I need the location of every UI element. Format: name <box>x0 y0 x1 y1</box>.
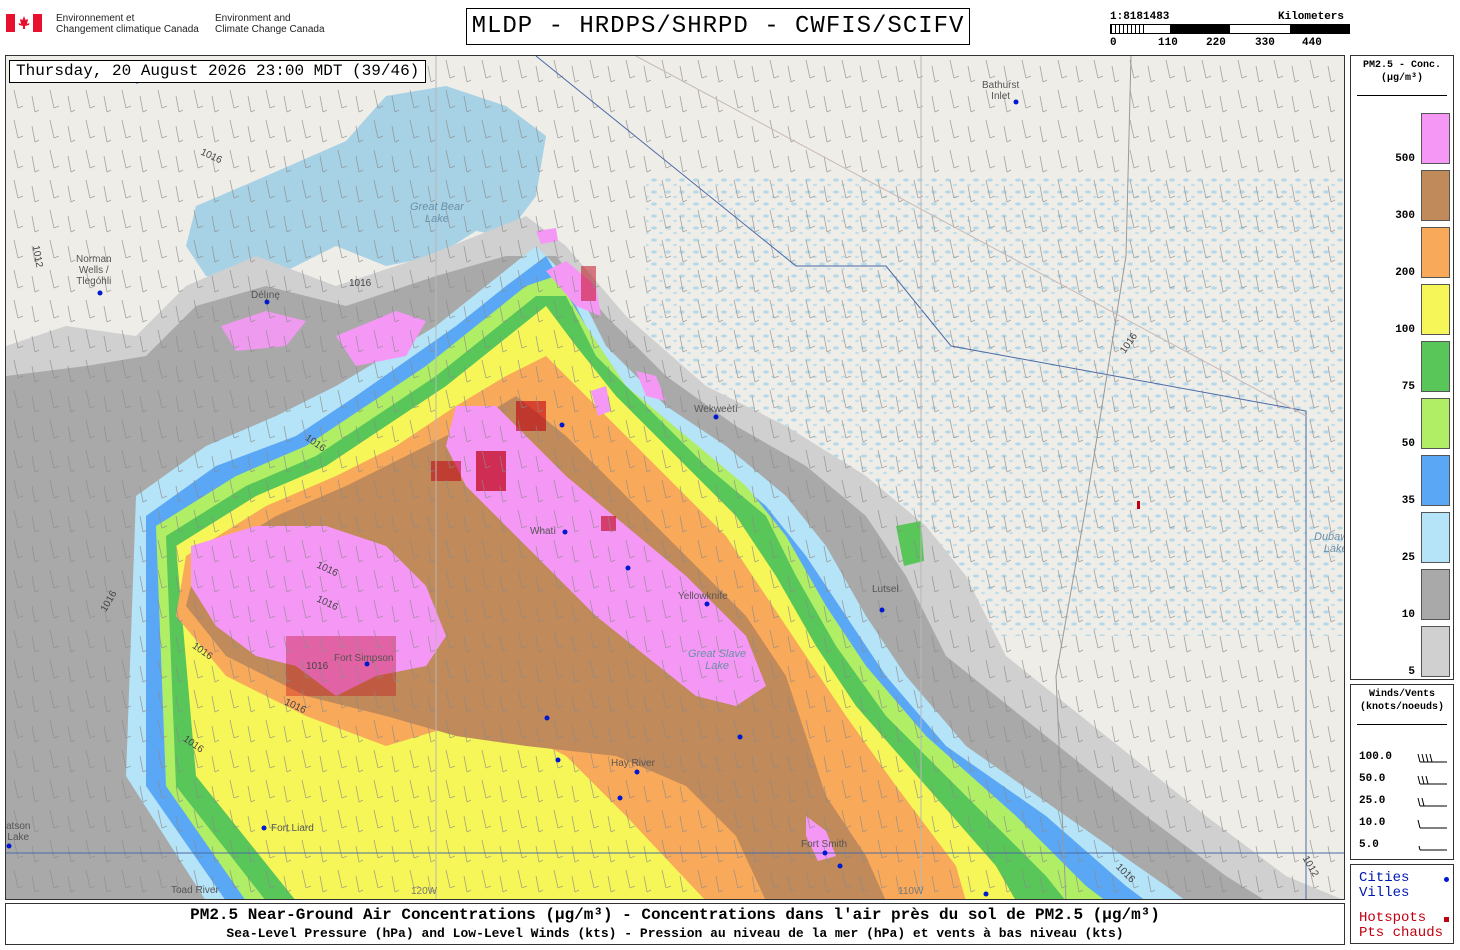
place-label-watson-lake: atson Lake <box>6 821 31 843</box>
legend-swatch <box>1421 170 1450 221</box>
place-label-norman-wells: Norman Wells / Tlegóhli <box>76 254 112 287</box>
scale-tick: 330 <box>1255 37 1275 49</box>
legend-swatch <box>1421 113 1450 164</box>
agency-name-french: Environnement et Changement climatique Ca… <box>56 13 199 35</box>
wind-speed-label: 25.0 <box>1359 795 1386 807</box>
scale-unit: Kilometers <box>1278 11 1345 23</box>
header: Environnement et Changement climatique Ca… <box>0 0 1460 52</box>
legend-bin-label: 50 <box>1401 438 1415 450</box>
pm25-legend: PM2.5 - Conc. (µg/m³) 500 300 200 100 75 50 35 2… <box>1350 55 1454 680</box>
footer-caption: PM2.5 Near-Ground Air Concentrations (µg… <box>5 903 1345 945</box>
legend-divider <box>1357 95 1447 96</box>
legend-swatch <box>1421 227 1450 278</box>
legend-swatch <box>1421 284 1450 335</box>
legend-swatch <box>1421 398 1450 449</box>
canada-flag-icon <box>6 14 42 32</box>
wind-barb-icon <box>1418 845 1447 851</box>
place-label-lutsel: Lutsel <box>872 584 899 595</box>
place-label-wekweeti: Wekweètì <box>694 404 738 415</box>
scale-tick: 110 <box>1158 37 1178 49</box>
wind-barb-icon <box>1417 819 1447 829</box>
map-panel[interactable]: Bathurst Inlet Norman Wells / Tlegóhli Délı… <box>5 55 1345 900</box>
legend-swatch <box>1421 455 1450 506</box>
isobar-label: 1016 <box>306 661 329 672</box>
lake-label-dubawnt: DubawntLake <box>1314 531 1344 555</box>
valid-time-label: Thursday, 20 August 2026 23:00 MDT (39/4… <box>9 60 427 83</box>
wind-speed-label: 5.0 <box>1359 839 1379 851</box>
marker-legend: Cities Villes Hotspots Pts chauds <box>1350 864 1454 944</box>
place-label-hay-river: Hay River <box>611 758 655 769</box>
lake-label-great-bear: Great Bear Lake <box>410 201 464 225</box>
legend-bin-label: 10 <box>1401 609 1415 621</box>
legend-swatch <box>1421 626 1450 677</box>
product-title: MLDP - HRDPS/SHRPD - CWFIS/SCIFV <box>466 8 970 45</box>
isobar-label: 1016 <box>349 278 372 289</box>
map-canvas <box>6 56 1344 899</box>
wind-barbs <box>6 56 1344 899</box>
caption-line-2: Sea-Level Pressure (hPa) and Low-Level W… <box>226 926 1124 941</box>
place-label-whati: Whatì <box>530 526 557 537</box>
wind-barb-icon <box>1417 797 1447 807</box>
legend-bin-label: 25 <box>1401 552 1415 564</box>
wind-speed-label: 100.0 <box>1359 751 1393 763</box>
hotspot-square-icon <box>1444 917 1449 922</box>
city-dot-icon <box>1444 877 1449 882</box>
legend-title: PM2.5 - Conc. (µg/m³) <box>1362 60 1441 84</box>
legend-swatch <box>1421 341 1450 392</box>
legend-bin-label: 300 <box>1395 210 1415 222</box>
legend-swatch <box>1421 512 1450 563</box>
scale-bar <box>1110 24 1350 34</box>
place-label-yellowknife: Yellowknife <box>678 591 728 602</box>
wind-barb-icon <box>1417 753 1447 763</box>
hotspots-label: Hotspots Pts chauds <box>1359 910 1444 941</box>
cities-label: Cities Villes <box>1359 870 1410 901</box>
legend-bin-label: 75 <box>1401 381 1415 393</box>
place-label-fort-liard: Fort Liard <box>271 823 314 834</box>
wind-legend-title: Winds/Vents (knots/noeuds) <box>1359 689 1444 713</box>
wind-speed-label: 10.0 <box>1359 817 1386 829</box>
legend-bin-label: 100 <box>1395 324 1415 336</box>
legend-bin-label: 200 <box>1395 267 1415 279</box>
legend-bin-label: 500 <box>1395 153 1415 165</box>
caption-line-1: PM2.5 Near-Ground Air Concentrations (µg… <box>190 906 1160 924</box>
meridian-label-110w: 110W <box>898 886 924 897</box>
wind-legend: Winds/Vents (knots/noeuds) 100.0 50.0 25.0 1… <box>1350 684 1454 860</box>
scale-tick: 440 <box>1302 37 1322 49</box>
legend-bin-label: 5 <box>1408 666 1415 678</box>
scale-ratio: 1:8181483 <box>1110 11 1170 23</box>
meridian-label-120w: 120W <box>411 886 438 897</box>
lake-label-great-slave: Great Slave Lake <box>688 648 747 672</box>
legend-bin-label: 35 <box>1401 495 1415 507</box>
place-label-fort-smith: Fort Smith <box>801 839 848 850</box>
wind-barb-icon <box>1417 775 1447 785</box>
legend-swatch <box>1421 569 1450 620</box>
place-label-deline: Délı̨nę <box>251 290 280 301</box>
agency-name-english: Environment and Climate Change Canada <box>215 13 325 35</box>
wind-speed-label: 50.0 <box>1359 773 1386 785</box>
wind-legend-divider <box>1357 724 1447 725</box>
scale-tick: 0 <box>1110 37 1117 49</box>
place-label-toad-river: Toad River <box>171 885 219 896</box>
place-label-bathurst-inlet: Bathurst Inlet <box>982 80 1020 102</box>
place-label-fort-simpson: Fort Simpson <box>334 653 394 664</box>
scale-tick: 220 <box>1206 37 1226 49</box>
